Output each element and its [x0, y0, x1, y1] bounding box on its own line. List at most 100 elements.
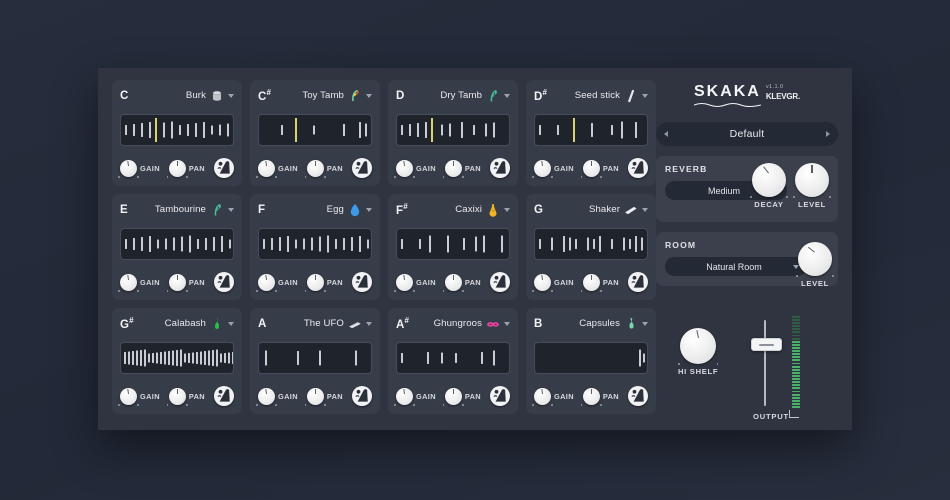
- gain-control[interactable]: GAIN: [120, 274, 169, 291]
- pan-knob[interactable]: [307, 388, 324, 405]
- shake-icon[interactable]: [214, 386, 234, 406]
- chevron-down-icon[interactable]: [504, 322, 510, 326]
- gain-knob[interactable]: [258, 274, 275, 291]
- pan-knob[interactable]: [169, 388, 186, 405]
- gain-control[interactable]: GAIN: [396, 160, 445, 177]
- shake-icon[interactable]: [214, 272, 234, 292]
- gain-control[interactable]: GAIN: [120, 160, 169, 177]
- chevron-down-icon[interactable]: [228, 208, 234, 212]
- waveform-display[interactable]: [120, 228, 234, 260]
- pan-control[interactable]: PAN: [583, 274, 628, 291]
- pad-g[interactable]: G Shaker GAIN PAN: [526, 194, 656, 300]
- gain-knob[interactable]: [396, 388, 413, 405]
- instrument-selector[interactable]: The UFO: [304, 317, 372, 331]
- waveform-display[interactable]: [258, 342, 372, 374]
- pad-e[interactable]: E Tambourine GAIN PAN: [112, 194, 242, 300]
- pad-f[interactable]: F Egg GAIN PAN: [250, 194, 380, 300]
- pan-control[interactable]: PAN: [307, 388, 352, 405]
- pan-knob[interactable]: [583, 274, 600, 291]
- preset-name[interactable]: Default: [668, 128, 826, 140]
- pan-knob[interactable]: [445, 274, 462, 291]
- pan-control[interactable]: PAN: [445, 160, 490, 177]
- chevron-down-icon[interactable]: [366, 94, 372, 98]
- pad-c[interactable]: C Burk GAIN PAN: [112, 80, 242, 186]
- gain-control[interactable]: GAIN: [258, 388, 307, 405]
- instrument-selector[interactable]: Capsules: [579, 317, 648, 331]
- instrument-selector[interactable]: Egg: [327, 203, 372, 217]
- output-fader-track[interactable]: [764, 320, 766, 406]
- hi-shelf-control[interactable]: HI SHELF: [678, 328, 718, 376]
- gain-knob[interactable]: [258, 160, 275, 177]
- pan-control[interactable]: PAN: [307, 274, 352, 291]
- level-knob-group[interactable]: LEVEL: [798, 242, 832, 288]
- pad-gsharp[interactable]: G# Calabash GAIN PAN: [112, 308, 242, 414]
- gain-knob[interactable]: [258, 388, 275, 405]
- waveform-display[interactable]: [258, 114, 372, 146]
- level-knob[interactable]: [795, 163, 829, 197]
- pad-asharp[interactable]: A# Ghungroos GAIN PAN: [388, 308, 518, 414]
- pad-b[interactable]: B Capsules GAIN PAN: [526, 308, 656, 414]
- pad-d[interactable]: D Dry Tamb GAIN PAN: [388, 80, 518, 186]
- gain-knob[interactable]: [534, 274, 551, 291]
- instrument-selector[interactable]: Tambourine: [155, 203, 234, 217]
- pan-control[interactable]: PAN: [445, 274, 490, 291]
- shake-icon[interactable]: [352, 386, 372, 406]
- chevron-down-icon[interactable]: [366, 322, 372, 326]
- waveform-display[interactable]: [534, 114, 648, 146]
- next-preset-arrow-icon[interactable]: [826, 131, 830, 137]
- gain-knob[interactable]: [396, 274, 413, 291]
- pad-fsharp[interactable]: F# Caxixi GAIN PAN: [388, 194, 518, 300]
- instrument-selector[interactable]: Calabash: [165, 317, 234, 331]
- gain-control[interactable]: GAIN: [396, 388, 445, 405]
- waveform-display[interactable]: [120, 342, 234, 374]
- gain-control[interactable]: GAIN: [534, 160, 583, 177]
- shake-icon[interactable]: [352, 272, 372, 292]
- gain-knob[interactable]: [396, 160, 413, 177]
- gain-knob[interactable]: [120, 274, 137, 291]
- gain-control[interactable]: GAIN: [534, 274, 583, 291]
- gain-knob[interactable]: [534, 388, 551, 405]
- waveform-display[interactable]: [396, 228, 510, 260]
- instrument-selector[interactable]: Shaker: [589, 203, 648, 217]
- shake-icon[interactable]: [490, 272, 510, 292]
- gain-control[interactable]: GAIN: [120, 388, 169, 405]
- pan-control[interactable]: PAN: [583, 388, 628, 405]
- preset-bar[interactable]: Default: [656, 122, 838, 146]
- pan-knob[interactable]: [307, 274, 324, 291]
- shake-icon[interactable]: [214, 158, 234, 178]
- chevron-down-icon[interactable]: [228, 322, 234, 326]
- instrument-selector[interactable]: Ghungroos: [434, 317, 510, 331]
- instrument-selector[interactable]: Toy Tamb: [302, 89, 372, 103]
- chevron-down-icon[interactable]: [228, 94, 234, 98]
- pad-csharp[interactable]: C# Toy Tamb GAIN PAN: [250, 80, 380, 186]
- level-knob-group[interactable]: LEVEL: [795, 163, 829, 209]
- gain-knob[interactable]: [120, 160, 137, 177]
- pan-control[interactable]: PAN: [307, 160, 352, 177]
- level-knob[interactable]: [798, 242, 832, 276]
- instrument-selector[interactable]: Seed stick: [575, 89, 648, 103]
- pan-control[interactable]: PAN: [169, 160, 214, 177]
- gain-control[interactable]: GAIN: [534, 388, 583, 405]
- pan-knob[interactable]: [583, 160, 600, 177]
- instrument-selector[interactable]: Dry Tamb: [440, 89, 510, 103]
- instrument-selector[interactable]: Burk: [186, 89, 234, 103]
- gain-control[interactable]: GAIN: [258, 160, 307, 177]
- chevron-down-icon[interactable]: [504, 94, 510, 98]
- chevron-down-icon[interactable]: [504, 208, 510, 212]
- pan-control[interactable]: PAN: [169, 274, 214, 291]
- output-fader-handle[interactable]: [751, 338, 782, 351]
- gain-knob[interactable]: [534, 160, 551, 177]
- pan-control[interactable]: PAN: [445, 388, 490, 405]
- gain-knob[interactable]: [120, 388, 137, 405]
- shake-icon[interactable]: [352, 158, 372, 178]
- pad-a[interactable]: A The UFO GAIN PAN: [250, 308, 380, 414]
- pan-knob[interactable]: [307, 160, 324, 177]
- waveform-display[interactable]: [258, 228, 372, 260]
- decay-knob[interactable]: [752, 163, 786, 197]
- shake-icon[interactable]: [490, 386, 510, 406]
- pan-control[interactable]: PAN: [583, 160, 628, 177]
- pan-knob[interactable]: [169, 160, 186, 177]
- hi-shelf-knob[interactable]: [680, 328, 716, 364]
- waveform-display[interactable]: [396, 114, 510, 146]
- waveform-display[interactable]: [534, 342, 648, 374]
